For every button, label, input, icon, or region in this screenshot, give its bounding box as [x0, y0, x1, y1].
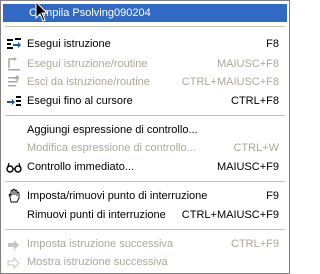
- mouse-cursor-icon: [35, 1, 49, 22]
- menu-item-step-over[interactable]: Esegui istruzione/routine MAIUSC+F8: [3, 55, 287, 73]
- menu-item-shortcut: CTRL+MAIUSC+F9: [181, 209, 279, 221]
- menu-separator: [5, 26, 285, 27]
- menu-item-run-to-cursor[interactable]: Esegui fino al cursore CTRL+F8: [3, 92, 287, 110]
- menu-item-edit-watch[interactable]: Modifica espressione di controllo... CTR…: [3, 139, 287, 157]
- menu-item-label: Esegui istruzione: [27, 38, 111, 50]
- menu-item-label: Rimuovi punti di interruzione: [27, 209, 166, 221]
- debug-menu: Compila Psolving090204 Esegui istruzione…: [0, 0, 290, 274]
- menu-item-step-into[interactable]: Esegui istruzione F8: [3, 35, 287, 53]
- menu-item-label: Imposta/rimuovi punto di interruzione: [27, 190, 208, 202]
- menu-item-show-next-statement[interactable]: Mostra istruzione successiva: [3, 253, 287, 271]
- menu-item-shortcut: MAIUSC+F9: [216, 161, 279, 173]
- menu-item-shortcut: F8: [266, 38, 279, 50]
- menu-item-label: Modifica espressione di controllo...: [27, 142, 196, 154]
- menu-item-label: Controllo immediato...: [27, 161, 134, 173]
- menu-item-shortcut: CTRL+F8: [231, 95, 279, 107]
- menu-separator: [5, 181, 285, 182]
- menu-item-step-out[interactable]: Esci da istruzione/routine CTRL+MAIUSC+F…: [3, 73, 287, 91]
- arrow-outline-icon: [7, 256, 20, 270]
- hand-icon: [8, 188, 20, 203]
- menu-item-shortcut: CTRL+F9: [231, 238, 279, 250]
- menu-item-set-next-statement[interactable]: Imposta istruzione successiva CTRL+F9: [3, 235, 287, 253]
- menu-item-label: Esegui fino al cursore: [27, 95, 133, 107]
- menu-separator: [5, 115, 285, 116]
- menu-item-label: Esegui istruzione/routine: [27, 58, 148, 70]
- menu-item-label: Mostra istruzione successiva: [27, 256, 168, 268]
- menu-item-label: Esci da istruzione/routine: [27, 76, 150, 88]
- step-out-icon: [8, 74, 20, 87]
- arrow-right-icon: [8, 240, 19, 250]
- menu-item-add-watch[interactable]: Aggiungi espressione di controllo...: [3, 121, 287, 139]
- step-into-icon: [7, 38, 21, 49]
- menu-item-label: Aggiungi espressione di controllo...: [27, 124, 198, 136]
- glasses-icon: [6, 162, 22, 173]
- menu-item-shortcut: CTRL+MAIUSC+F8: [181, 76, 279, 88]
- menu-item-shortcut: MAIUSC+F8: [216, 58, 279, 70]
- run-to-cursor-icon: [7, 96, 21, 106]
- menu-separator: [5, 229, 285, 230]
- menu-item-quick-watch[interactable]: Controllo immediato... MAIUSC+F9: [3, 158, 287, 176]
- menu-item-label: Imposta istruzione successiva: [27, 238, 174, 250]
- menu-item-clear-breakpoints[interactable]: Rimuovi punti di interruzione CTRL+MAIUS…: [3, 206, 287, 224]
- menu-item-toggle-breakpoint[interactable]: Imposta/rimuovi punto di interruzione F9: [3, 187, 287, 205]
- menu-item-shortcut: CTRL+W: [233, 142, 279, 154]
- menu-item-shortcut: F9: [266, 190, 279, 202]
- step-over-icon: [8, 57, 20, 71]
